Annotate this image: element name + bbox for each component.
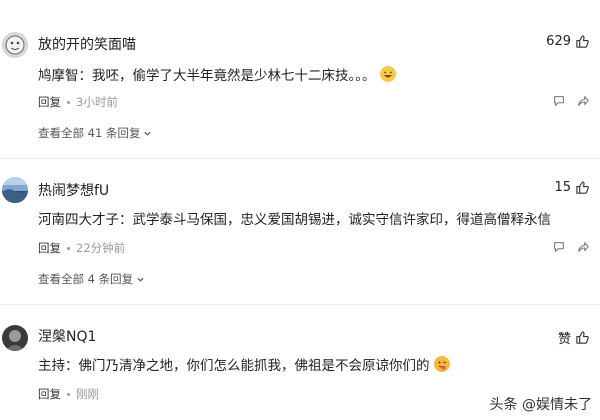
thumbs-up-icon: [576, 331, 589, 344]
like-button[interactable]: 赞: [558, 328, 590, 347]
comment-3: 涅槃NQ1 赞 主持：佛门乃清净之地，你们怎么能抓我，佛祖是不会原谅你们的 回复…: [0, 0, 600, 420]
separator-dot: [67, 392, 70, 396]
comment-meta: 回复 刚刚: [38, 386, 99, 402]
username[interactable]: 涅槃NQ1: [38, 326, 96, 346]
avatar-person-icon: [2, 325, 28, 351]
timestamp: 刚刚: [76, 387, 99, 401]
comment-text-content: 主持：佛门乃清净之地，你们怎么能抓我，佛祖是不会原谅你们的: [38, 358, 430, 374]
tongue-emoji-icon: [433, 356, 450, 372]
comment-text: 主持：佛门乃清净之地，你们怎么能抓我，佛祖是不会原谅你们的: [38, 354, 450, 374]
watermark: 头条 @娱情未了: [490, 394, 592, 414]
like-label: 赞: [557, 332, 571, 347]
watermark-text: 头条 @娱情未了: [489, 397, 592, 413]
reply-button[interactable]: 回复: [38, 386, 61, 402]
avatar[interactable]: [2, 325, 28, 351]
